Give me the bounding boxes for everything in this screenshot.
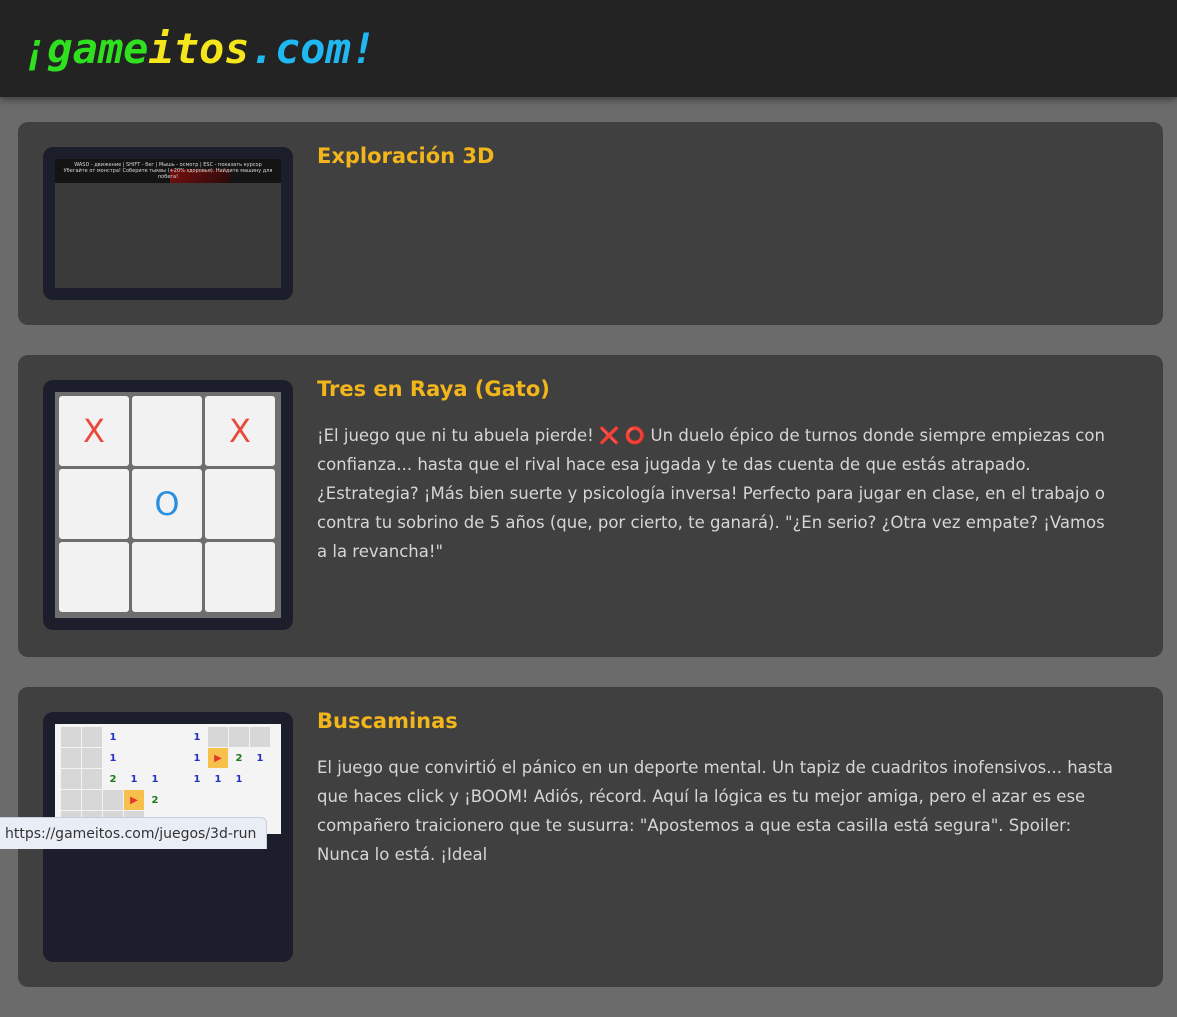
hidden-cell	[61, 790, 81, 810]
game-card-tres-en-raya[interactable]: X XO Tres en Raya (Gato) ¡El juego que ni…	[18, 355, 1163, 657]
revealed-cell	[166, 769, 186, 789]
board-cell	[205, 469, 275, 539]
number-cell: 1	[124, 769, 144, 789]
revealed-cell	[229, 790, 249, 810]
thumbnail-3d-scene: WASD - движение | SHIFT - бег | Мышь - о…	[55, 159, 281, 288]
thumbnail-hud-line-2: Убегайте от монстра! Соберите тыквы (+20…	[63, 168, 273, 180]
revealed-cell	[124, 748, 144, 768]
revealed-cell	[187, 790, 207, 810]
board-cell	[132, 542, 202, 612]
board-cell	[205, 542, 275, 612]
hidden-cell	[208, 727, 228, 747]
link-status-bar: https://gameitos.com/juegos/3d-run	[0, 817, 268, 849]
board-cell	[59, 542, 129, 612]
revealed-cell	[166, 748, 186, 768]
number-cell: 1	[145, 769, 165, 789]
number-cell: 1	[187, 769, 207, 789]
site-logo[interactable]: ¡gameitos.com!	[22, 24, 376, 73]
revealed-cell	[166, 727, 186, 747]
number-cell: 1	[103, 748, 123, 768]
hidden-cell	[82, 790, 102, 810]
number-cell: 1	[187, 748, 207, 768]
board-cell	[132, 396, 202, 466]
hidden-cell	[61, 748, 81, 768]
hidden-cell	[250, 727, 270, 747]
flag-icon: ▶	[208, 748, 228, 768]
game-thumbnail[interactable]: X XO	[43, 380, 293, 630]
revealed-cell	[145, 748, 165, 768]
board-cell: X	[59, 396, 129, 466]
number-cell: 2	[229, 748, 249, 768]
logo-part-com: .com!	[249, 24, 377, 73]
number-cell: 1	[187, 727, 207, 747]
number-cell: 2	[145, 790, 165, 810]
number-cell: 1	[229, 769, 249, 789]
game-title[interactable]: Buscaminas	[317, 709, 458, 733]
board-cell: O	[132, 469, 202, 539]
game-description: ¡El juego que ni tu abuela pierde! ❌ ⭕ U…	[317, 426, 1105, 561]
logo-part-game: ¡game	[22, 24, 149, 73]
thumbnail-hud: WASD - движение | SHIFT - бег | Мышь - о…	[55, 159, 281, 183]
revealed-cell	[124, 727, 144, 747]
number-cell: 2	[103, 769, 123, 789]
revealed-cell	[166, 790, 186, 810]
hidden-cell	[82, 727, 102, 747]
game-thumbnail[interactable]: WASD - движение | SHIFT - бег | Мышь - о…	[43, 147, 293, 300]
revealed-cell	[250, 790, 270, 810]
revealed-cell	[208, 790, 228, 810]
game-card-exploracion-3d[interactable]: WASD - движение | SHIFT - бег | Мышь - о…	[18, 122, 1163, 325]
number-cell: 1	[208, 769, 228, 789]
hidden-cell	[229, 727, 249, 747]
hidden-cell	[82, 769, 102, 789]
thumbnail-hud-line-1: WASD - движение | SHIFT - бег | Мышь - о…	[74, 162, 262, 168]
number-cell: 1	[250, 748, 270, 768]
game-title[interactable]: Exploración 3D	[317, 144, 494, 168]
logo-part-itos: itos	[148, 24, 250, 73]
revealed-cell	[145, 727, 165, 747]
revealed-cell	[250, 769, 270, 789]
game-list: WASD - движение | SHIFT - бег | Мышь - о…	[18, 122, 1163, 1017]
board-cell: X	[205, 396, 275, 466]
site-header: ¡gameitos.com!	[0, 0, 1177, 97]
board-cell	[59, 469, 129, 539]
thumbnail-tictactoe-board: X XO	[55, 392, 281, 618]
hidden-cell	[103, 790, 123, 810]
game-title[interactable]: Tres en Raya (Gato)	[317, 377, 550, 401]
hidden-cell	[61, 727, 81, 747]
game-description: El juego que convirtió el pánico en un d…	[317, 758, 1113, 864]
flag-icon: ▶	[124, 790, 144, 810]
number-cell: 1	[103, 727, 123, 747]
hidden-cell	[82, 748, 102, 768]
hidden-cell	[61, 769, 81, 789]
